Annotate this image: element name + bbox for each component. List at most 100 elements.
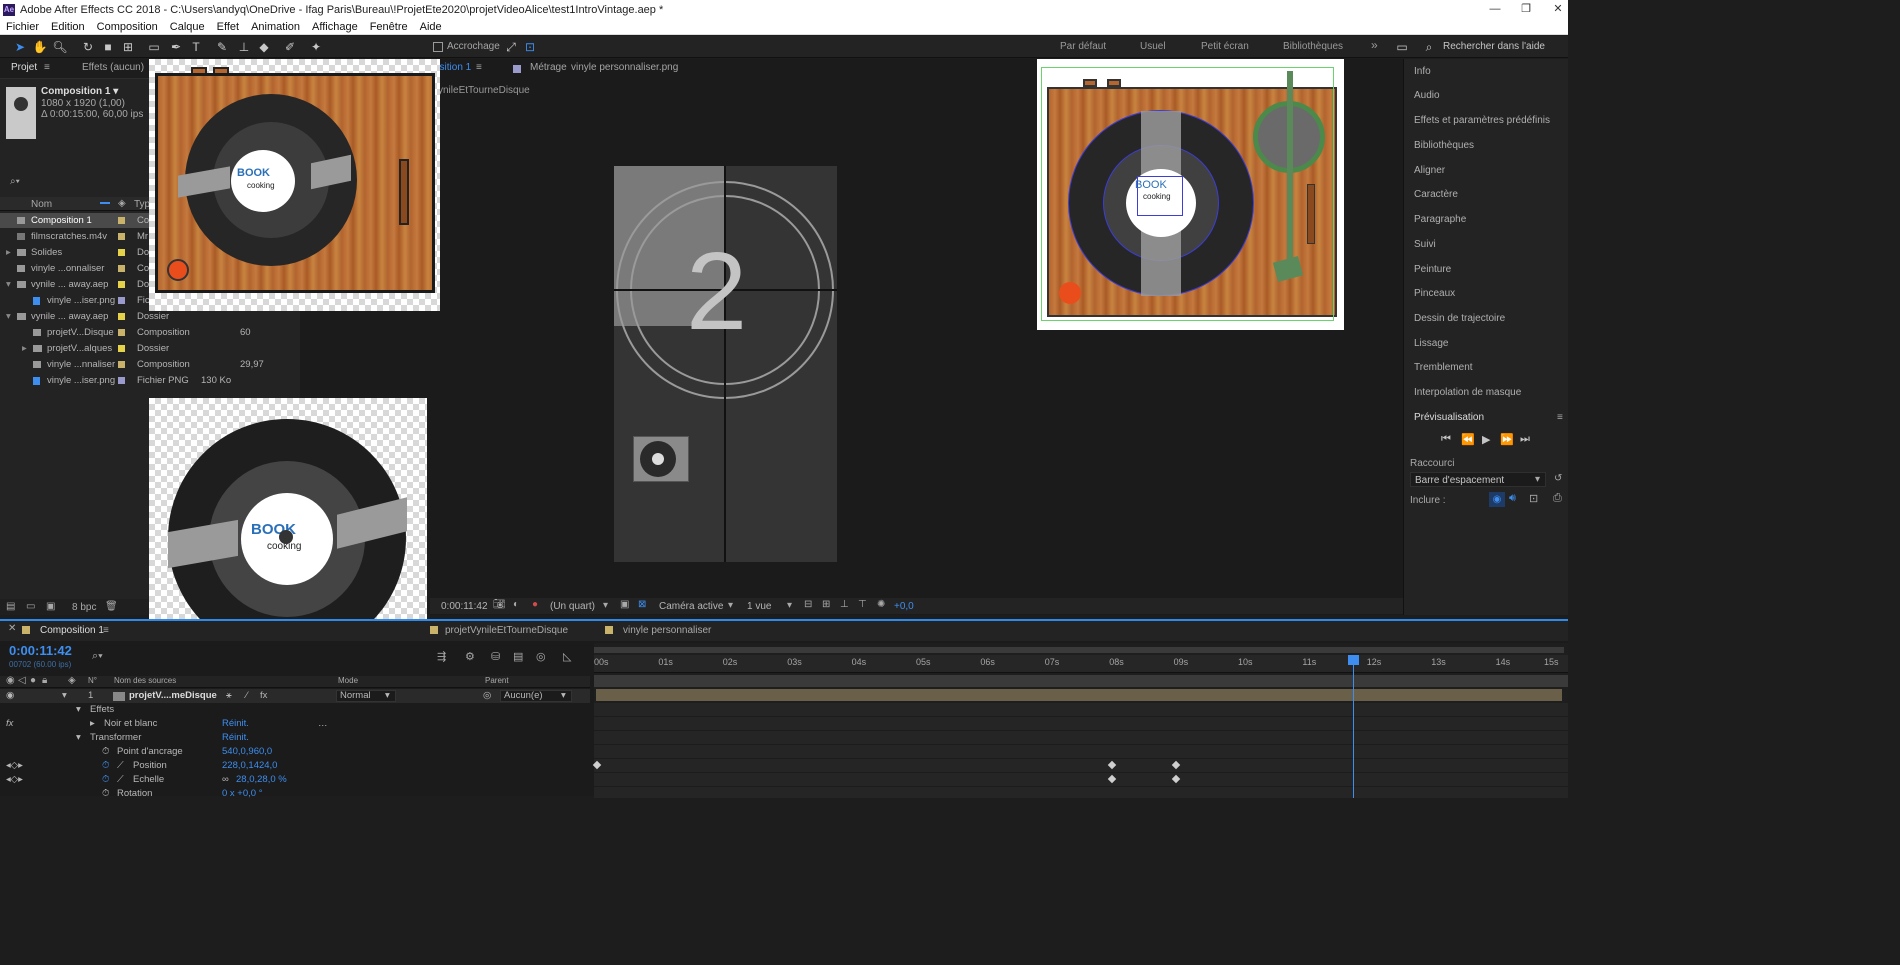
pan-behind-tool-icon[interactable]: ⊞	[120, 39, 136, 55]
menu-affichage[interactable]: Affichage	[306, 20, 364, 34]
graph-editor-icon[interactable]: ◺	[563, 650, 571, 663]
camera-tool-icon[interactable]: ■	[100, 39, 116, 55]
layer-duration-bar[interactable]	[596, 689, 1562, 701]
brush-tool-icon[interactable]: ✎	[214, 39, 230, 55]
timeline-timecode[interactable]: 0:00:11:42	[9, 643, 72, 658]
selection-bounding-box[interactable]	[1041, 67, 1334, 321]
search-icon[interactable]: ⌕▾	[92, 650, 103, 663]
layer-name[interactable]: projetV....meDisque	[129, 689, 217, 703]
footage-name[interactable]: vinyle personnaliser.png	[571, 62, 678, 73]
expand-arrow-icon[interactable]: ▸	[6, 245, 11, 260]
quality-switch-icon[interactable]: ⁄	[246, 689, 248, 703]
timeline-icon[interactable]: ⊥	[840, 599, 849, 610]
col-parent[interactable]: Parent	[485, 676, 509, 685]
playhead[interactable]	[1347, 655, 1359, 798]
show-snapshot-icon[interactable]: ◐	[513, 599, 519, 610]
rectangle-tool-icon[interactable]: ▭	[146, 39, 162, 55]
menu-composition[interactable]: Composition	[91, 20, 164, 34]
solo-toggle-icon[interactable]: ●	[30, 675, 36, 686]
motion-blur-icon[interactable]: ◎	[536, 650, 546, 663]
last-frame-icon[interactable]: ⏭	[1520, 433, 1530, 446]
constrain-proportions-icon[interactable]: ∞	[222, 773, 229, 787]
more-workspaces-icon[interactable]: »	[1371, 38, 1378, 52]
timeline-tab-comp[interactable]: Composition 1	[40, 625, 104, 636]
audio-toggle-icon[interactable]: ◁	[18, 675, 26, 686]
panel-tracker[interactable]: Suivi	[1414, 239, 1436, 250]
list-item[interactable]: ▸ projetV...alques Dossier	[0, 341, 300, 356]
property-row[interactable]: ⏱ Point d'ancrage 540,0,960,0	[0, 745, 590, 759]
roto-brush-tool-icon[interactable]: ✐	[282, 39, 298, 55]
timeline-tab-2[interactable]: projetVynileEtTourneDisque	[445, 625, 568, 636]
exposure-reset-icon[interactable]: ✺	[877, 599, 885, 610]
collapse-arrow-icon[interactable]: ▾	[62, 689, 67, 703]
comp-name[interactable]: Composition 1 ▾	[41, 86, 118, 97]
preview-panel-title[interactable]: Prévisualisation	[1414, 412, 1484, 423]
label-swatch[interactable]	[118, 313, 125, 320]
new-folder-icon[interactable]: ▭	[26, 601, 35, 612]
project-menu-icon[interactable]: ≡	[44, 62, 50, 73]
channel-icon[interactable]: ●	[532, 599, 538, 610]
workspace-menu-icon[interactable]: ▭	[1394, 39, 1410, 55]
zoom-tool-icon[interactable]: 🔍︎	[52, 39, 68, 55]
viewer-menu-icon[interactable]: ≡	[476, 62, 482, 73]
tab-footage[interactable]: Métrage	[530, 62, 567, 73]
label-swatch[interactable]	[118, 377, 125, 384]
label-swatch[interactable]	[118, 297, 125, 304]
graph-icon[interactable]: ⟋	[117, 773, 124, 787]
col-source-name[interactable]: Nom des sources	[114, 676, 176, 685]
panel-libraries[interactable]: Bibliothèques	[1414, 140, 1474, 151]
property-value[interactable]: 228,0,1424,0	[222, 759, 277, 773]
transform-group-row[interactable]: ▾ Transformer Réinit.	[0, 731, 590, 745]
next-frame-icon[interactable]: ⏩	[1500, 433, 1514, 446]
region-of-interest-icon[interactable]: ▣	[620, 599, 629, 610]
include-overlay-icon[interactable]: ⊡	[1529, 492, 1538, 505]
lock-toggle-icon[interactable]: 🔒︎	[42, 675, 47, 686]
property-value[interactable]: 0 x +0,0 °	[222, 787, 263, 801]
trash-icon[interactable]: 🗑︎	[105, 601, 118, 612]
close-tab-icon[interactable]: ✕	[8, 623, 16, 634]
eraser-tool-icon[interactable]: ◆	[256, 39, 272, 55]
clone-stamp-tool-icon[interactable]: ⊥	[236, 39, 252, 55]
play-icon[interactable]: ▶	[1482, 433, 1490, 446]
timeline-menu-icon[interactable]: ≡	[103, 625, 109, 636]
text-tool-icon[interactable]: T	[188, 39, 204, 55]
panel-character[interactable]: Caractère	[1414, 189, 1458, 200]
property-row[interactable]: ◂◇▸ ⏱ ⟋ Echelle ∞ 28,0,28,0 %	[0, 773, 590, 787]
first-frame-icon[interactable]: ⏮	[1441, 433, 1451, 446]
label-swatch[interactable]	[118, 281, 125, 288]
menu-fichier[interactable]: Fichier	[0, 20, 45, 34]
include-video-icon[interactable]: ◉	[1489, 492, 1505, 507]
stopwatch-icon[interactable]: ⏱	[102, 745, 109, 759]
transform-reset-link[interactable]: Réinit.	[222, 731, 249, 745]
workspace-standard[interactable]: Usuel	[1140, 41, 1166, 52]
comp-canvas[interactable]: 2	[614, 166, 837, 562]
panel-smoother[interactable]: Lissage	[1414, 338, 1448, 349]
collapse-arrow-icon[interactable]: ▾	[6, 277, 11, 292]
collapse-arrow-icon[interactable]: ▾	[6, 309, 11, 324]
views-select[interactable]: 1 vue	[747, 601, 771, 612]
panel-audio[interactable]: Audio	[1414, 90, 1440, 101]
frame-blending-icon[interactable]: ▤	[513, 650, 523, 663]
draft-3d-icon[interactable]: ⇶	[437, 650, 446, 663]
time-graph[interactable]: 00s 01s 02s 03s 04s 05s 06s 07s 08s 09s 10s 11s 12s 1…	[592, 643, 1568, 798]
viewer-timecode[interactable]: 0:00:11:42	[441, 601, 488, 612]
expand-arrow-icon[interactable]: ▸	[22, 341, 27, 356]
video-toggle-icon[interactable]: ◉	[6, 675, 15, 686]
menu-effet[interactable]: Effet	[211, 20, 245, 34]
property-value[interactable]: 540,0,960,0	[222, 745, 272, 759]
list-item[interactable]: vinyle ...nnaliser Composition 29,97	[0, 357, 300, 372]
panel-wiggler[interactable]: Tremblement	[1414, 362, 1473, 373]
breadcrumb[interactable]: ynileEtTourneDisque	[438, 85, 530, 96]
preview-menu-icon[interactable]: ≡	[1557, 412, 1563, 423]
chevron-down-icon[interactable]: ▾	[787, 600, 792, 611]
comp-flowchart-icon[interactable]: ⚙︎	[465, 650, 475, 663]
transparency-grid-icon[interactable]: ⊠	[638, 599, 646, 610]
label-swatch[interactable]	[118, 265, 125, 272]
snap-option-icon[interactable]: ⤢	[503, 39, 519, 55]
exposure-value[interactable]: +0,0	[894, 601, 914, 612]
fast-preview-icon[interactable]: ⊞	[822, 599, 830, 610]
property-value[interactable]: 28,0,28,0 %	[236, 773, 287, 787]
flowchart-icon[interactable]: ⊤	[858, 599, 867, 610]
graph-icon[interactable]: ⟋	[117, 759, 124, 773]
collapse-arrow-icon[interactable]: ▾	[76, 703, 81, 717]
